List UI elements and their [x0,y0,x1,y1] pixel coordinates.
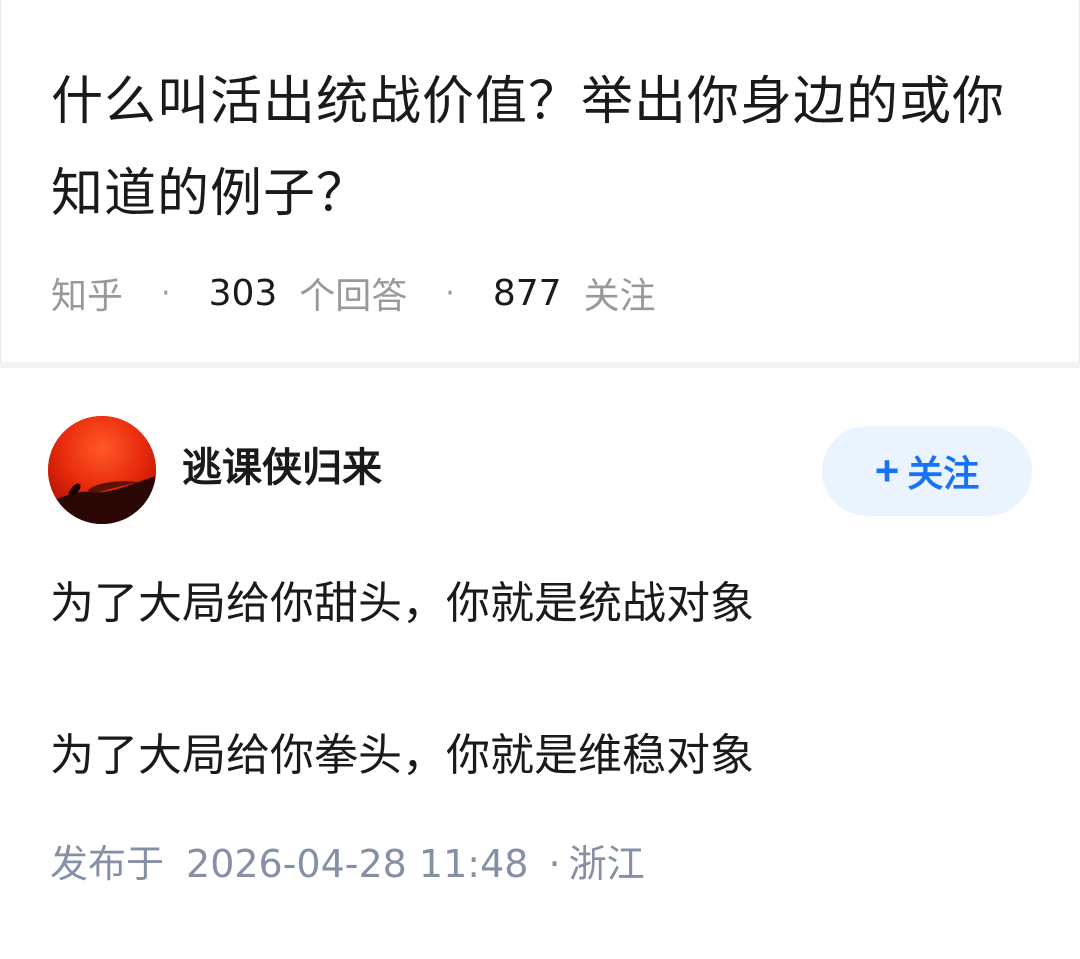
answer-card: 逃课侠归来 + 关注 为了大局给你甜头，你就是统战对象 为了大局给你拳头，你就是… [0,368,1080,959]
meta-separator: · [445,275,455,311]
answer-paragraph: 为了大局给你拳头，你就是维稳对象 [50,730,754,781]
follow-count: 877 [492,272,562,314]
plus-icon: + [874,447,900,494]
follow-count-label[interactable]: 关注 [584,267,656,319]
follow-button-label: 关注 [907,453,980,494]
publish-location: 浙江 [568,842,645,886]
answer-count: 303 [208,272,278,314]
publish-label: 发布于 [50,842,165,886]
question-source: 知乎 [51,276,124,317]
meta-separator: · [161,275,171,311]
follow-button[interactable]: + 关注 [822,426,1032,516]
author-avatar[interactable] [48,416,156,524]
sunset-avatar-image [48,416,156,524]
answer-publish-info: 发布于 2026-04-28 11:48 · 浙江 [50,838,645,890]
question-card: 什么叫活出统战价值？举出你身边的或你知道的例子？ 知乎 · 303 个回答 · … [0,0,1080,363]
location-separator: · [548,842,561,886]
question-meta: 知乎 · 303 个回答 · 877 关注 [51,267,656,319]
publish-datetime: 2026-04-28 11:48 [186,842,529,886]
answer-count-label[interactable]: 个回答 [299,267,407,319]
question-title[interactable]: 什么叫活出统战价值？举出你身边的或你知道的例子？ [51,56,1031,240]
answer-paragraph: 为了大局给你甜头，你就是统战对象 [50,578,754,629]
author-name[interactable]: 逃课侠归来 [182,440,382,496]
